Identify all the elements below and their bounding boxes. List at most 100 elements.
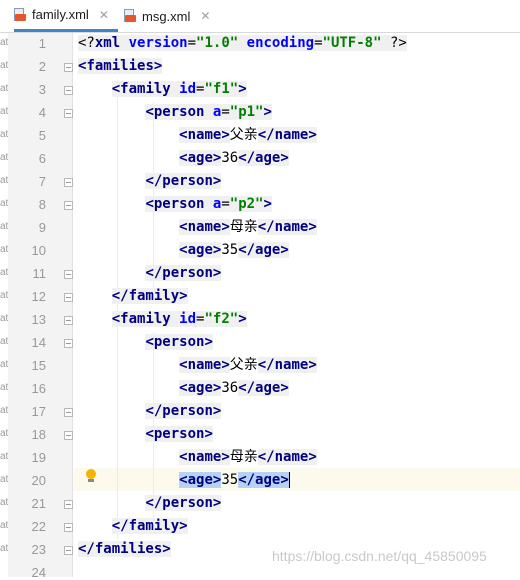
line-number: 24 <box>31 565 46 580</box>
fold-marker-icon[interactable] <box>64 339 73 348</box>
line-number: 2 <box>38 59 46 74</box>
tag-name: age <box>187 242 213 258</box>
code-line-12[interactable]: </family> <box>78 285 188 308</box>
text-content: 父亲 <box>229 127 258 143</box>
close-icon[interactable]: ✕ <box>99 8 109 22</box>
line-number: 9 <box>38 220 46 235</box>
code-line-10[interactable]: <age>35</age> <box>78 239 289 262</box>
fold-marker-icon[interactable] <box>64 431 73 440</box>
watermark: https://blog.csdn.net/qq_45850095 <box>272 548 487 564</box>
code-line-1[interactable]: <?xml version="1.0" encoding="UTF-8" ?> <box>78 32 407 55</box>
tab-label: family.xml <box>32 7 89 22</box>
tag-name: age <box>187 380 213 396</box>
fold-marker-icon[interactable] <box>64 523 73 532</box>
line-number: 17 <box>31 404 46 419</box>
tag-name: name <box>187 127 222 143</box>
text-content: 35 <box>221 472 239 488</box>
line-number: 14 <box>31 335 46 350</box>
tag-name: family <box>120 311 171 327</box>
text-caret <box>288 472 290 488</box>
tag-name: name <box>274 357 309 373</box>
tab-family-xml[interactable]: family.xml ✕ <box>14 0 118 32</box>
fold-marker-icon[interactable] <box>64 546 73 555</box>
tag-name: person <box>153 426 205 442</box>
tag-name: family <box>120 81 171 97</box>
fold-marker-icon[interactable] <box>64 109 73 118</box>
line-number: 12 <box>31 289 46 304</box>
code-line-4[interactable]: <person a="p1"> <box>78 101 272 124</box>
fold-marker-icon[interactable] <box>64 500 73 509</box>
fold-marker-icon[interactable] <box>64 408 73 417</box>
fold-marker-icon[interactable] <box>64 63 73 72</box>
tab-label: msg.xml <box>142 8 191 24</box>
code-line-23[interactable]: </families> <box>78 538 171 561</box>
attr-value: "f2" <box>204 311 239 327</box>
code-line-17[interactable]: </person> <box>78 400 222 423</box>
code-line-11[interactable]: </person> <box>78 262 222 285</box>
line-number: 13 <box>31 312 46 327</box>
fold-marker-icon[interactable] <box>64 316 73 325</box>
line-number: 20 <box>31 473 46 488</box>
code-line-19[interactable]: <name>母亲</name> <box>78 446 317 469</box>
line-number: 1 <box>38 36 46 51</box>
tag-name: name <box>187 357 222 373</box>
code-line-3[interactable]: <family id="f1"> <box>78 78 247 101</box>
left-tool-strip: at at at at at at at at at at at at at at at at at at at at… <box>0 33 8 577</box>
code-line-13[interactable]: <family id="f2"> <box>78 308 247 331</box>
code-line-6[interactable]: <age>36</age> <box>78 147 289 170</box>
tag-name: families <box>86 58 154 74</box>
text-content: 35 <box>221 242 239 258</box>
fold-marker-icon[interactable] <box>64 270 73 279</box>
line-number: 21 <box>31 496 46 511</box>
tag-name: family <box>128 288 180 304</box>
tag-name: name <box>274 219 309 235</box>
close-icon[interactable]: ✕ <box>200 9 210 23</box>
code-line-5[interactable]: <name>父亲</name> <box>78 124 317 147</box>
code-line-21[interactable]: </person> <box>78 492 222 515</box>
fold-marker-icon[interactable] <box>64 86 73 95</box>
fold-marker-icon[interactable] <box>64 293 73 302</box>
code-line-14[interactable]: <person> <box>78 331 213 354</box>
editor-tab-bar: family.xml ✕ msg.xml ✕ <box>0 0 520 33</box>
tag-name: person <box>153 196 205 212</box>
fold-marker-icon[interactable] <box>64 201 73 210</box>
xml-decl-open: <? <box>78 35 95 51</box>
attr-version: version <box>128 35 188 51</box>
code-line-9[interactable]: <name>母亲</name> <box>78 216 317 239</box>
tab-msg-xml[interactable]: msg.xml ✕ <box>124 0 214 32</box>
tag-name: families <box>94 541 163 557</box>
code-line-2[interactable]: <families> <box>78 55 163 78</box>
code-line-16[interactable]: <age>36</age> <box>78 377 289 400</box>
line-number: 19 <box>31 450 46 465</box>
tag-name: age <box>255 150 281 166</box>
fold-marker-icon[interactable] <box>64 178 73 187</box>
tag-name: person <box>153 334 205 350</box>
line-number: 15 <box>31 358 46 373</box>
code-line-15[interactable]: <name>父亲</name> <box>78 354 317 377</box>
line-number: 4 <box>38 105 46 120</box>
line-number: 22 <box>31 519 46 534</box>
code-line-7[interactable]: </person> <box>78 170 222 193</box>
code-line-20[interactable]: <age>35</age> <box>78 469 290 492</box>
code-line-8[interactable]: <person a="p2"> <box>78 193 272 216</box>
code-line-22[interactable]: </family> <box>78 515 188 538</box>
text-content: 母亲 <box>229 449 258 465</box>
text-content: 36 <box>221 150 239 166</box>
line-number: 10 <box>31 243 46 258</box>
tag-name: age <box>187 150 213 166</box>
tag-name: age <box>187 472 213 488</box>
tag-name: name <box>187 449 222 465</box>
attr-value: "p2" <box>229 196 264 212</box>
tag-name: person <box>162 403 213 419</box>
xml-decl-close: ?> <box>389 35 407 51</box>
tag-name: age <box>255 242 281 258</box>
line-number: 11 <box>32 266 47 281</box>
line-number: 6 <box>38 151 46 166</box>
text-content: 母亲 <box>229 219 258 235</box>
code-line-18[interactable]: <person> <box>78 423 213 446</box>
tag-name: name <box>274 127 309 143</box>
equals: = <box>187 35 197 51</box>
tag-name: name <box>274 449 309 465</box>
tag-name: person <box>162 495 213 511</box>
line-number: 23 <box>31 542 46 557</box>
